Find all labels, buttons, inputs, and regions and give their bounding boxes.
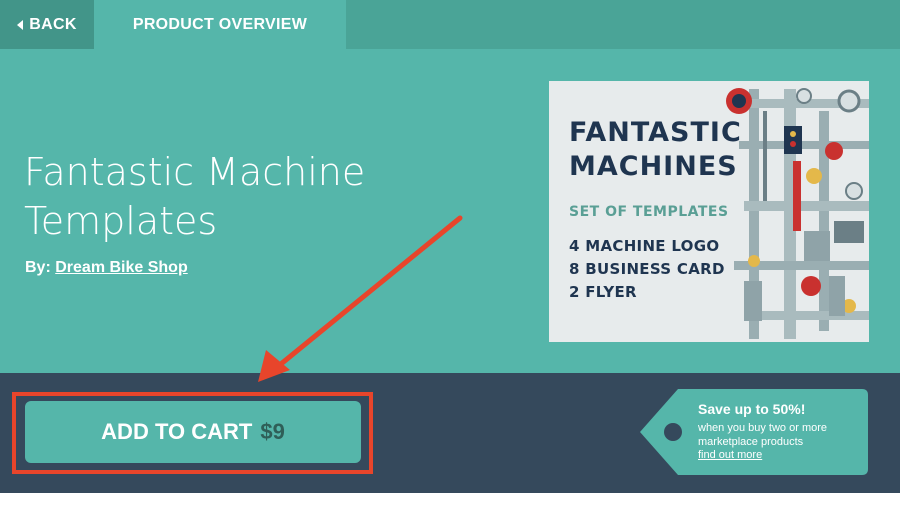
add-to-cart-button[interactable]: ADD TO CART $9 [25, 401, 361, 463]
product-thumbnail[interactable]: FANTASTIC MACHINES SET OF TEMPLATES 4 MA… [549, 81, 869, 342]
add-to-cart-label: ADD TO CART [101, 419, 253, 444]
thumbnail-subtitle: SET OF TEMPLATES [569, 204, 729, 220]
thumbnail-item: 4 MACHINE LOGO [569, 237, 720, 255]
price-label: $9 [260, 419, 285, 444]
back-label: BACK [29, 15, 77, 33]
tab-label: PRODUCT OVERVIEW [132, 15, 308, 33]
thumbnail-item: 8 BUSINESS CARD [569, 260, 725, 278]
promo-tag: Save up to 50%! when you buy two or more… [640, 389, 868, 475]
author-link[interactable]: Dream Bike Shop [55, 259, 187, 276]
top-navigation: BACK PRODUCT OVERVIEW [0, 0, 900, 49]
author-byline: By: Dream Bike Shop [25, 259, 188, 277]
promo-headline: Save up to 50%! [698, 401, 806, 417]
back-arrow-icon [17, 19, 24, 30]
find-out-more-link[interactable]: find out more [698, 449, 866, 461]
thumbnail-title-line2: MACHINES [569, 151, 738, 182]
promo-text: Save up to 50%! when you buy two or more… [698, 401, 866, 461]
tab-product-overview[interactable]: PRODUCT OVERVIEW [94, 0, 346, 49]
by-label: By: [25, 259, 51, 276]
back-button[interactable]: BACK [0, 0, 94, 49]
thumbnail-item: 2 FLYER [569, 283, 637, 301]
product-title: Fantastic Machine Templates [24, 150, 366, 243]
thumbnail-title-line1: FANTASTIC [569, 117, 742, 148]
promo-body: when you buy two or more marketplace pro… [698, 422, 828, 448]
